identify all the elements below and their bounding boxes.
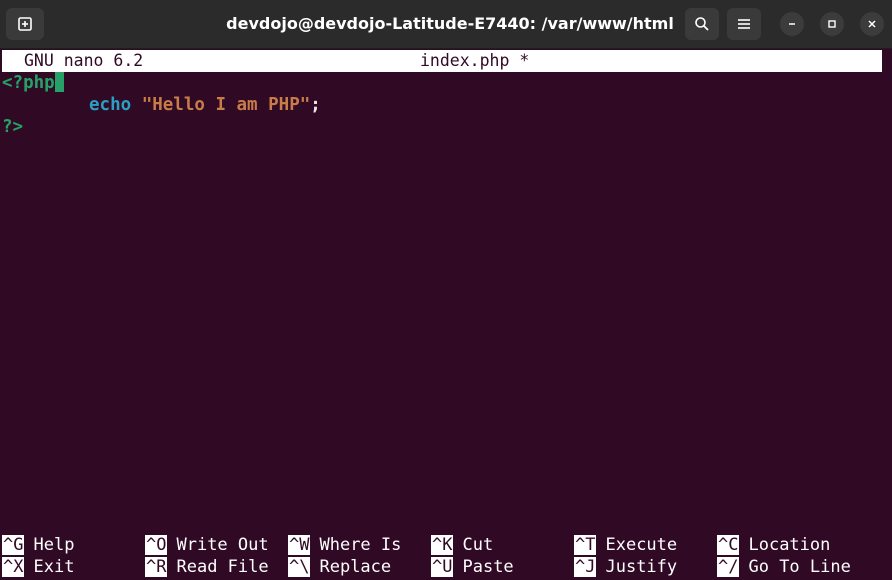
- shortcut-help[interactable]: ^G Help: [2, 534, 74, 556]
- code-line: echo "Hello I am PHP";: [89, 94, 321, 116]
- minimize-button[interactable]: [780, 12, 804, 36]
- shortcut-key: ^W: [288, 535, 311, 555]
- code-line: ?>: [2, 116, 23, 138]
- shortcut-label: Justify: [605, 557, 678, 577]
- new-tab-button[interactable]: [6, 8, 44, 40]
- shortcut-where-is[interactable]: ^W Where Is: [288, 534, 401, 556]
- hamburger-menu-icon: [738, 19, 750, 29]
- shortcut-key: ^R: [145, 557, 168, 577]
- shortcut-key: ^G: [2, 535, 25, 555]
- nano-version: GNU nano 6.2: [24, 51, 144, 70]
- terminal-window: devdojo@devdojo-Latitude-E7440: /var/www…: [0, 0, 892, 580]
- shortcut-exit[interactable]: ^X Exit: [2, 556, 74, 578]
- close-icon: [868, 20, 876, 28]
- shortcut-paste[interactable]: ^U Paste: [431, 556, 514, 578]
- shortcut-label: Location: [748, 535, 831, 555]
- shortcut-label: Help: [33, 535, 75, 555]
- maximize-button[interactable]: [820, 12, 844, 36]
- shortcut-location[interactable]: ^C Location: [717, 534, 830, 556]
- shortcut-write-out[interactable]: ^O Write Out: [145, 534, 269, 556]
- shortcut-replace[interactable]: ^\ Replace: [288, 556, 391, 578]
- title-bar: devdojo@devdojo-Latitude-E7440: /var/www…: [0, 0, 892, 49]
- shortcut-label: Where Is: [319, 535, 402, 555]
- shortcut-cut[interactable]: ^K Cut: [431, 534, 493, 556]
- shortcut-justify[interactable]: ^J Justify: [574, 556, 677, 578]
- shortcut-execute[interactable]: ^T Execute: [574, 534, 677, 556]
- shortcut-label: Write Out: [176, 535, 269, 555]
- nano-header-bar: GNU nano 6.2 index.php *: [2, 50, 882, 72]
- shortcut-label: Cut: [462, 535, 494, 555]
- semicolon: ;: [310, 95, 321, 115]
- shortcut-label: Read File: [176, 557, 269, 577]
- shortcut-label: Replace: [319, 557, 392, 577]
- close-button[interactable]: [860, 12, 884, 36]
- php-open-tag: <?php: [2, 73, 55, 93]
- shortcut-key: ^C: [717, 535, 740, 555]
- shortcut-key: ^T: [574, 535, 597, 555]
- string-literal: "Hello I am PHP": [141, 95, 311, 115]
- shortcut-key: ^O: [145, 535, 168, 555]
- shortcut-key: ^U: [431, 557, 454, 577]
- shortcut-bar: ^G Help ^X Exit ^O Write Out ^R Read File ^W…: [0, 534, 892, 578]
- shortcut-label: Execute: [605, 535, 678, 555]
- search-button[interactable]: [685, 8, 719, 40]
- text-cursor: [54, 72, 64, 92]
- code-line: <?php: [2, 72, 64, 94]
- new-tab-icon: [18, 17, 32, 31]
- shortcut-key: ^J: [574, 557, 597, 577]
- shortcut-go-to-line[interactable]: ^/ Go To Line: [717, 556, 851, 578]
- shortcut-key: ^X: [2, 557, 25, 577]
- shortcut-read-file[interactable]: ^R Read File: [145, 556, 269, 578]
- shortcut-key: ^/: [717, 557, 740, 577]
- shortcut-label: Go To Line: [748, 557, 851, 577]
- shortcut-label: Paste: [462, 557, 514, 577]
- shortcut-label: Exit: [33, 557, 75, 577]
- maximize-icon: [828, 20, 836, 28]
- search-icon: [695, 17, 709, 31]
- shortcut-key: ^\: [288, 557, 311, 577]
- menu-button[interactable]: [727, 8, 761, 40]
- editor-area[interactable]: <?php echo "Hello I am PHP"; ?>: [2, 72, 888, 532]
- echo-keyword: echo: [89, 95, 132, 115]
- php-close-tag: ?>: [2, 117, 24, 137]
- shortcut-key: ^K: [431, 535, 454, 555]
- minimize-icon: [789, 23, 795, 25]
- nano-filename: index.php *: [420, 51, 530, 70]
- window-title: devdojo@devdojo-Latitude-E7440: /var/www…: [226, 14, 674, 33]
